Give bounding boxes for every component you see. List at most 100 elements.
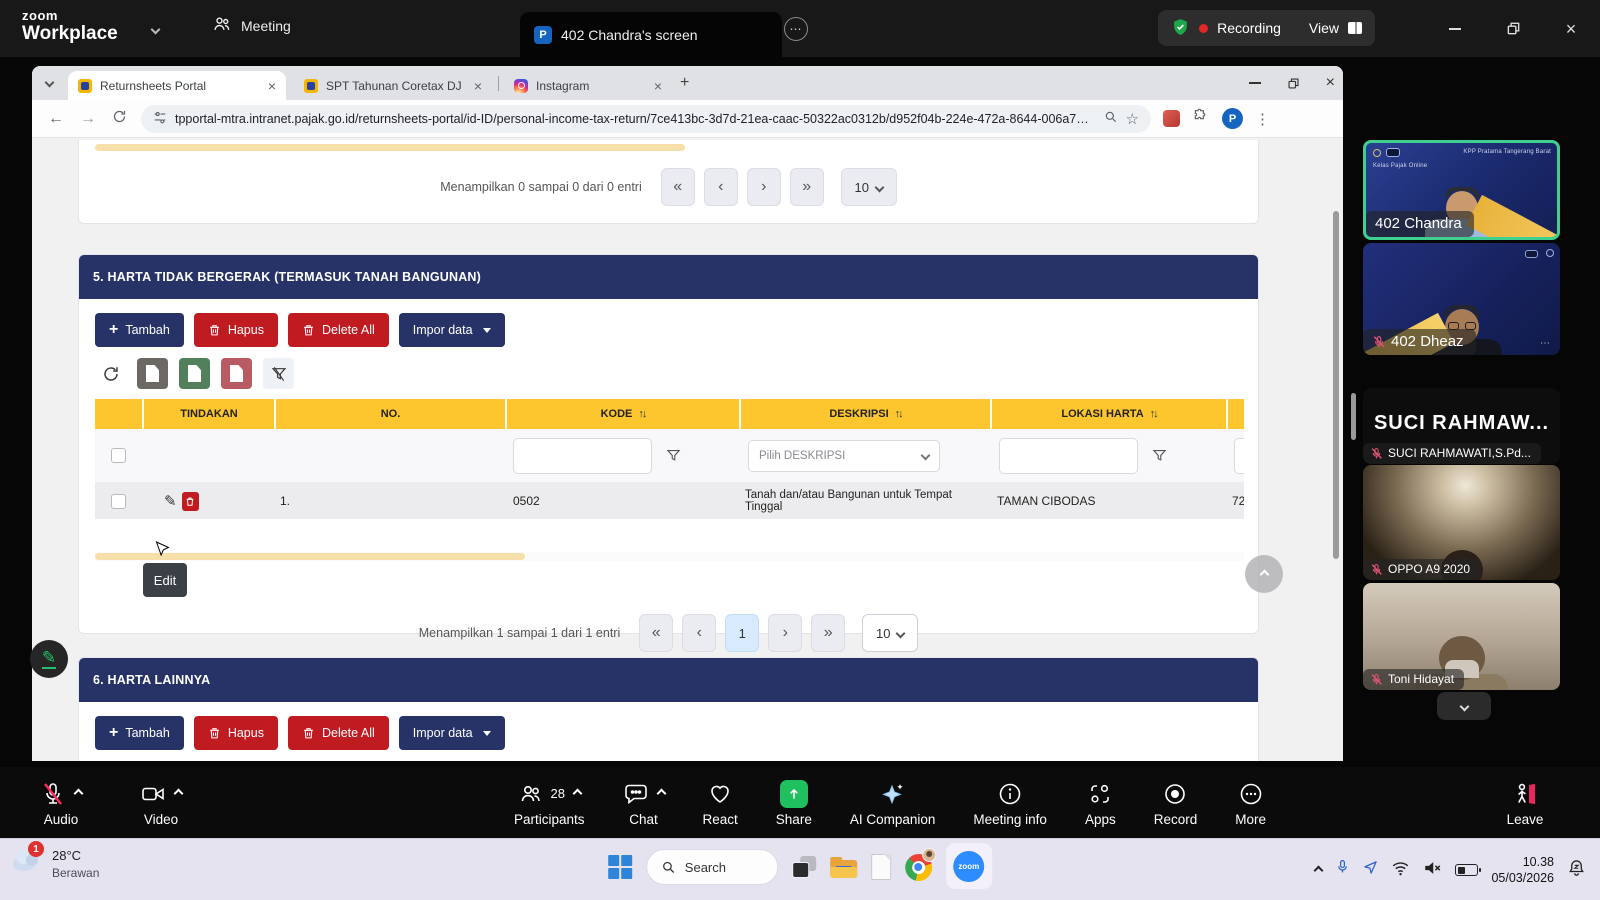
tray-mic-icon[interactable]	[1335, 859, 1350, 881]
task-view-button[interactable]	[792, 856, 816, 878]
last-page-button[interactable]: »	[790, 168, 824, 206]
chat-options-chevron[interactable]	[656, 789, 666, 799]
page-size-select[interactable]: 10	[862, 614, 918, 652]
scroll-participants-down-button[interactable]	[1437, 692, 1491, 720]
sidebar-scrollbar-thumb[interactable]	[1351, 393, 1356, 440]
col-deskripsi[interactable]: DESKRIPSI↑↓	[739, 399, 990, 429]
browser-restore-button[interactable]	[1287, 77, 1300, 90]
filter-icon[interactable]	[1152, 448, 1167, 463]
scroll-to-top-button[interactable]	[1245, 555, 1283, 593]
tile-options-icon[interactable]: ⋯	[1540, 338, 1552, 349]
last-page-button[interactable]: »	[811, 614, 845, 652]
file-explorer-button[interactable]	[830, 857, 857, 878]
toolbar-share[interactable]: Share	[776, 779, 812, 827]
export-pdf-button[interactable]	[221, 358, 252, 389]
wifi-icon[interactable]	[1391, 860, 1410, 881]
page-size-select[interactable]: 10	[841, 168, 897, 206]
first-page-button[interactable]: «	[639, 614, 673, 652]
extension-icon[interactable]	[1163, 110, 1180, 127]
hapus-button[interactable]: Hapus	[194, 716, 278, 750]
video-tile-oppo[interactable]: OPPO A9 2020	[1363, 465, 1560, 580]
video-tile-suci[interactable]: SUCI RAHMAW... SUCI RAHMAWATI,S.Pd...	[1363, 388, 1560, 464]
current-page-button[interactable]: 1	[725, 614, 759, 652]
chrome-button[interactable]	[905, 854, 932, 881]
prev-page-button[interactable]: ‹	[704, 168, 738, 206]
select-all-checkbox[interactable]	[111, 448, 126, 463]
browser-close-button[interactable]: ×	[1326, 74, 1335, 92]
video-options-chevron[interactable]	[174, 789, 184, 799]
reload-icon[interactable]	[112, 109, 127, 129]
delete-all-button[interactable]: Delete All	[288, 313, 389, 347]
toolbar-leave[interactable]: Leave	[1507, 779, 1544, 827]
toolbar-audio[interactable]: Audio	[40, 779, 82, 827]
toolbar-react[interactable]: React	[703, 779, 738, 827]
next-page-button[interactable]: ›	[768, 614, 802, 652]
sort-icon[interactable]: ↑↓	[1150, 408, 1157, 420]
row-checkbox[interactable]	[111, 494, 126, 509]
tray-location-icon[interactable]	[1363, 860, 1378, 880]
participants-options-chevron[interactable]	[573, 789, 583, 799]
tambah-button[interactable]: + Tambah	[95, 716, 184, 750]
tambah-button[interactable]: + Tambah	[95, 313, 184, 347]
lokasi-filter-input[interactable]	[999, 438, 1138, 474]
browser-menu-icon[interactable]: ⋮	[1255, 110, 1270, 128]
document-app-button[interactable]	[871, 854, 891, 880]
browser-scrollbar-track[interactable]	[1332, 206, 1340, 686]
security-shield-icon[interactable]	[1171, 17, 1190, 40]
notification-bell-icon[interactable]	[1567, 858, 1586, 882]
hapus-button[interactable]: Hapus	[194, 313, 278, 347]
tab-meeting[interactable]: Meeting	[212, 14, 291, 37]
minimize-button[interactable]	[1426, 0, 1484, 57]
browser-minimize-button[interactable]	[1249, 82, 1261, 84]
export-excel-button[interactable]	[179, 358, 210, 389]
video-tile-toni[interactable]: Toni Hidayat	[1363, 583, 1560, 690]
impor-data-button[interactable]: Impor data	[399, 313, 505, 347]
filter-icon[interactable]	[666, 448, 681, 463]
battery-icon[interactable]	[1455, 864, 1478, 876]
browser-tab-returnsheets[interactable]: Returnsheets Portal ×	[68, 71, 286, 100]
close-button[interactable]: ×	[1542, 0, 1600, 57]
col-kode[interactable]: KODE↑↓	[505, 399, 739, 429]
toolbar-record[interactable]: Record	[1154, 779, 1198, 827]
extensions-puzzle-icon[interactable]	[1192, 108, 1208, 129]
kode-filter-input[interactable]	[513, 438, 652, 474]
close-tab-icon[interactable]: ×	[268, 78, 276, 94]
video-tile-dheaz[interactable]: 402 Dheaz ⋯	[1363, 243, 1560, 355]
toolbar-chat[interactable]: Chat	[623, 779, 665, 827]
toolbar-apps[interactable]: Apps	[1085, 779, 1116, 827]
edit-row-icon[interactable]: ✎	[164, 492, 177, 510]
horizontal-scrollbar-thumb[interactable]	[95, 144, 685, 151]
toolbar-ai-companion[interactable]: AI Companion	[850, 779, 936, 827]
weather-widget[interactable]: 1 28°C Berawan	[10, 846, 99, 880]
browser-tab-coretax[interactable]: SPT Tahunan Coretax DJP | Dire ×	[294, 71, 492, 100]
impor-data-button[interactable]: Impor data	[399, 716, 505, 750]
close-tab-icon[interactable]: ×	[474, 78, 482, 94]
taskbar-clock[interactable]: 10.38 05/03/2026	[1491, 854, 1554, 887]
new-tab-button[interactable]: +	[680, 74, 689, 92]
deskripsi-filter-select[interactable]: Pilih DESKRIPSI	[748, 440, 940, 472]
browser-scrollbar-thumb[interactable]	[1333, 211, 1339, 559]
start-button[interactable]	[608, 855, 632, 879]
more-options-button[interactable]: ⋯	[784, 17, 808, 41]
profile-avatar[interactable]: P	[1222, 108, 1243, 129]
zoom-page-icon[interactable]	[1104, 110, 1118, 127]
next-page-button[interactable]: ›	[747, 168, 781, 206]
sort-icon[interactable]: ↑↓	[638, 408, 645, 420]
sort-icon[interactable]: ↑↓	[895, 408, 902, 420]
annotation-button[interactable]: ✎	[30, 640, 68, 678]
tab-search-icon[interactable]	[45, 78, 55, 88]
back-icon[interactable]: ←	[48, 110, 64, 128]
volume-muted-icon[interactable]	[1423, 860, 1442, 881]
refresh-button[interactable]	[95, 358, 126, 389]
bookmark-star-icon[interactable]: ☆	[1126, 110, 1139, 128]
address-bar[interactable]: tpportal-mtra.intranet.pajak.go.id/retur…	[141, 105, 1151, 133]
prev-page-button[interactable]: ‹	[682, 614, 716, 652]
video-tile-chandra[interactable]: Kelas Pajak Online KPP Pratama Tangerang…	[1363, 140, 1560, 240]
close-tab-icon[interactable]: ×	[654, 78, 662, 94]
clipped-filter-input[interactable]	[1234, 438, 1244, 474]
delete-row-icon[interactable]	[182, 492, 199, 511]
first-page-button[interactable]: «	[661, 168, 695, 206]
export-file-button[interactable]	[137, 358, 168, 389]
delete-all-button[interactable]: Delete All	[288, 716, 389, 750]
toolbar-more[interactable]: More	[1235, 779, 1266, 827]
